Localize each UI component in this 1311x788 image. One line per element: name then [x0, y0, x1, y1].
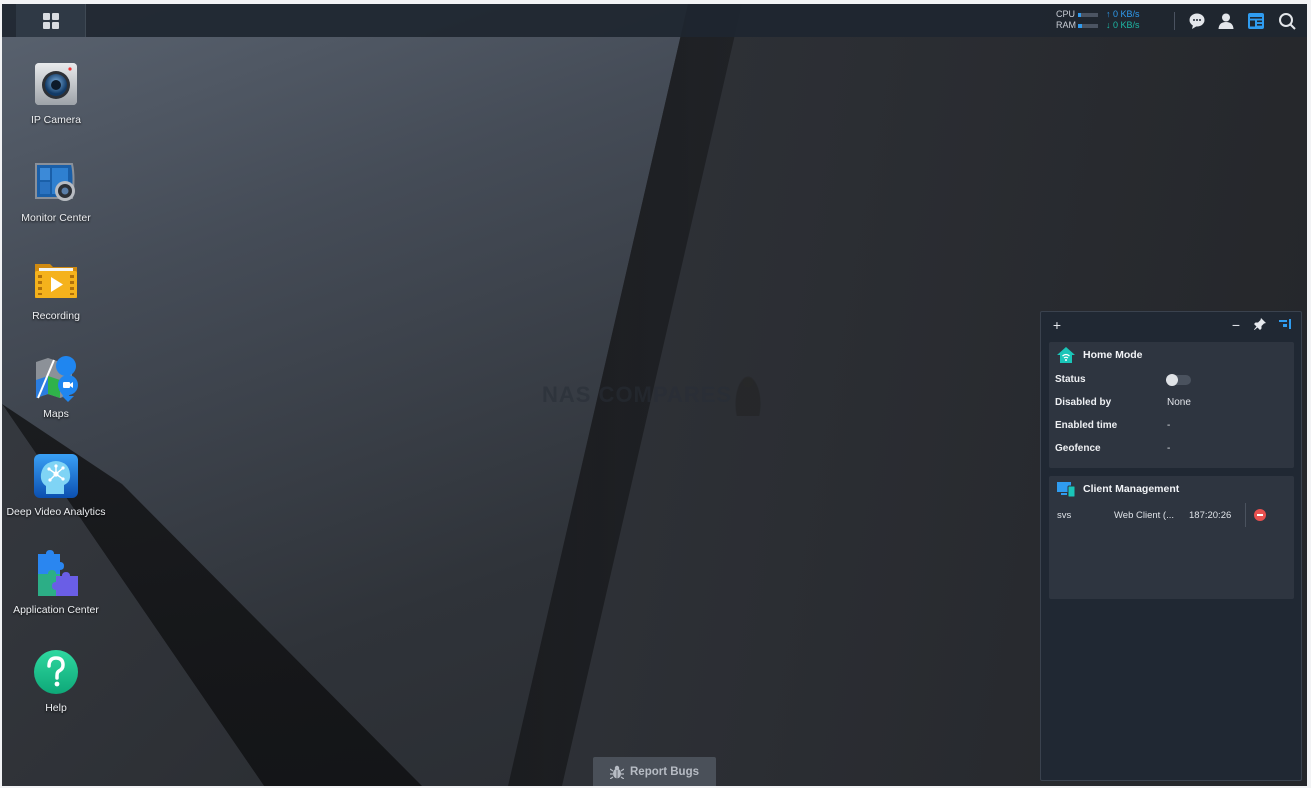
- home-mode-enabled-time-row: Enabled time -: [1049, 414, 1294, 437]
- desktop-icon-maps[interactable]: Maps: [2, 354, 110, 420]
- add-widget-icon[interactable]: +: [1050, 318, 1064, 332]
- widgets-icon[interactable]: [1247, 12, 1265, 30]
- help-icon: [32, 648, 80, 696]
- maps-icon: [32, 354, 80, 402]
- desktop-icon-label: Recording: [32, 310, 80, 322]
- desktop-icon-label: Help: [45, 702, 67, 714]
- widget-panel: + − Home Mode Status Disabled by None En…: [1040, 311, 1302, 781]
- home-mode-geofence-row: Geofence -: [1049, 437, 1294, 460]
- report-bugs-label: Report Bugs: [630, 765, 699, 778]
- desktop-icon-label: IP Camera: [31, 114, 81, 126]
- client-connected-time: 187:20:26: [1189, 509, 1232, 521]
- home-mode-widget: Home Mode Status Disabled by None Enable…: [1049, 342, 1294, 468]
- enabled-time-value: -: [1167, 420, 1171, 431]
- collapse-panel-icon[interactable]: [1278, 318, 1292, 332]
- bug-icon: [609, 765, 625, 779]
- client-type: Web Client (...: [1114, 509, 1175, 521]
- client-management-title: Client Management: [1049, 476, 1294, 502]
- monitor-center-icon: [32, 158, 80, 206]
- home-mode-icon: [1057, 347, 1075, 363]
- client-user: svs: [1057, 509, 1072, 521]
- desktop-icon-label: Application Center: [13, 604, 99, 616]
- desktop-icon-application-center[interactable]: Application Center: [2, 550, 110, 616]
- report-bugs-button[interactable]: Report Bugs: [593, 757, 716, 786]
- client-row-separator: [1245, 503, 1246, 527]
- widget-panel-header: + −: [1041, 312, 1301, 340]
- disabled-by-value: None: [1167, 397, 1191, 408]
- desktop-icon-deep-video-analytics[interactable]: Deep Video Analytics: [2, 452, 110, 518]
- ram-usage-bar: [1078, 23, 1098, 28]
- recording-icon: [32, 256, 80, 304]
- geofence-value: -: [1167, 443, 1171, 454]
- disabled-by-label: Disabled by: [1055, 397, 1112, 408]
- geofence-label: Geofence: [1055, 443, 1101, 454]
- desktop-icon-label: Monitor Center: [21, 212, 91, 224]
- enabled-time-label: Enabled time: [1055, 420, 1118, 431]
- ip-camera-icon: [32, 60, 80, 108]
- disconnect-client-icon[interactable]: [1254, 509, 1266, 521]
- desktop-icon-label: Deep Video Analytics: [6, 506, 106, 518]
- client-row: svs Web Client (... 187:20:26: [1049, 502, 1294, 528]
- grid-icon: [42, 12, 59, 29]
- client-management-widget: Client Management svs Web Client (... 18…: [1049, 476, 1294, 599]
- ram-label: RAM: [1056, 20, 1076, 30]
- desktop-icon-label: Maps: [43, 408, 69, 420]
- upload-rate: ↑ 0 KB/s: [1106, 9, 1140, 19]
- taskbar-separator: [1174, 12, 1175, 30]
- pin-icon[interactable]: [1253, 318, 1267, 332]
- home-mode-title: Home Mode: [1049, 342, 1294, 368]
- search-icon[interactable]: [1278, 12, 1296, 30]
- home-mode-status-row: Status: [1049, 368, 1294, 391]
- deep-video-analytics-icon: [32, 452, 80, 500]
- home-mode-disabled-by-row: Disabled by None: [1049, 391, 1294, 414]
- status-label: Status: [1055, 374, 1086, 385]
- cpu-label: CPU: [1056, 9, 1076, 19]
- main-menu-button[interactable]: [16, 4, 86, 37]
- watermark-figure: [735, 376, 761, 416]
- download-rate: ↓ 0 KB/s: [1106, 20, 1140, 30]
- minimize-icon[interactable]: −: [1229, 318, 1243, 332]
- watermark-text: NAS COMPARES: [542, 382, 733, 407]
- desktop-icon-ip-camera[interactable]: IP Camera: [2, 60, 110, 126]
- desktop-icon-help[interactable]: Help: [2, 648, 110, 714]
- taskbar: CPU ↑ 0 KB/s RAM ↓ 0 KB/s: [2, 4, 1307, 37]
- user-icon[interactable]: [1217, 12, 1235, 30]
- desktop-icon-recording[interactable]: Recording: [2, 256, 110, 322]
- notifications-chat-icon[interactable]: [1188, 12, 1206, 30]
- desktop: NAS COMPARES CPU ↑ 0 KB/s RAM ↓ 0 KB/s I…: [2, 4, 1307, 786]
- home-mode-status-toggle[interactable]: [1166, 373, 1191, 386]
- system-monitor[interactable]: CPU ↑ 0 KB/s RAM ↓ 0 KB/s: [1056, 9, 1140, 31]
- desktop-icon-monitor-center[interactable]: Monitor Center: [2, 158, 110, 224]
- client-management-icon: [1057, 481, 1076, 498]
- cpu-usage-bar: [1078, 12, 1098, 17]
- application-center-icon: [32, 550, 80, 598]
